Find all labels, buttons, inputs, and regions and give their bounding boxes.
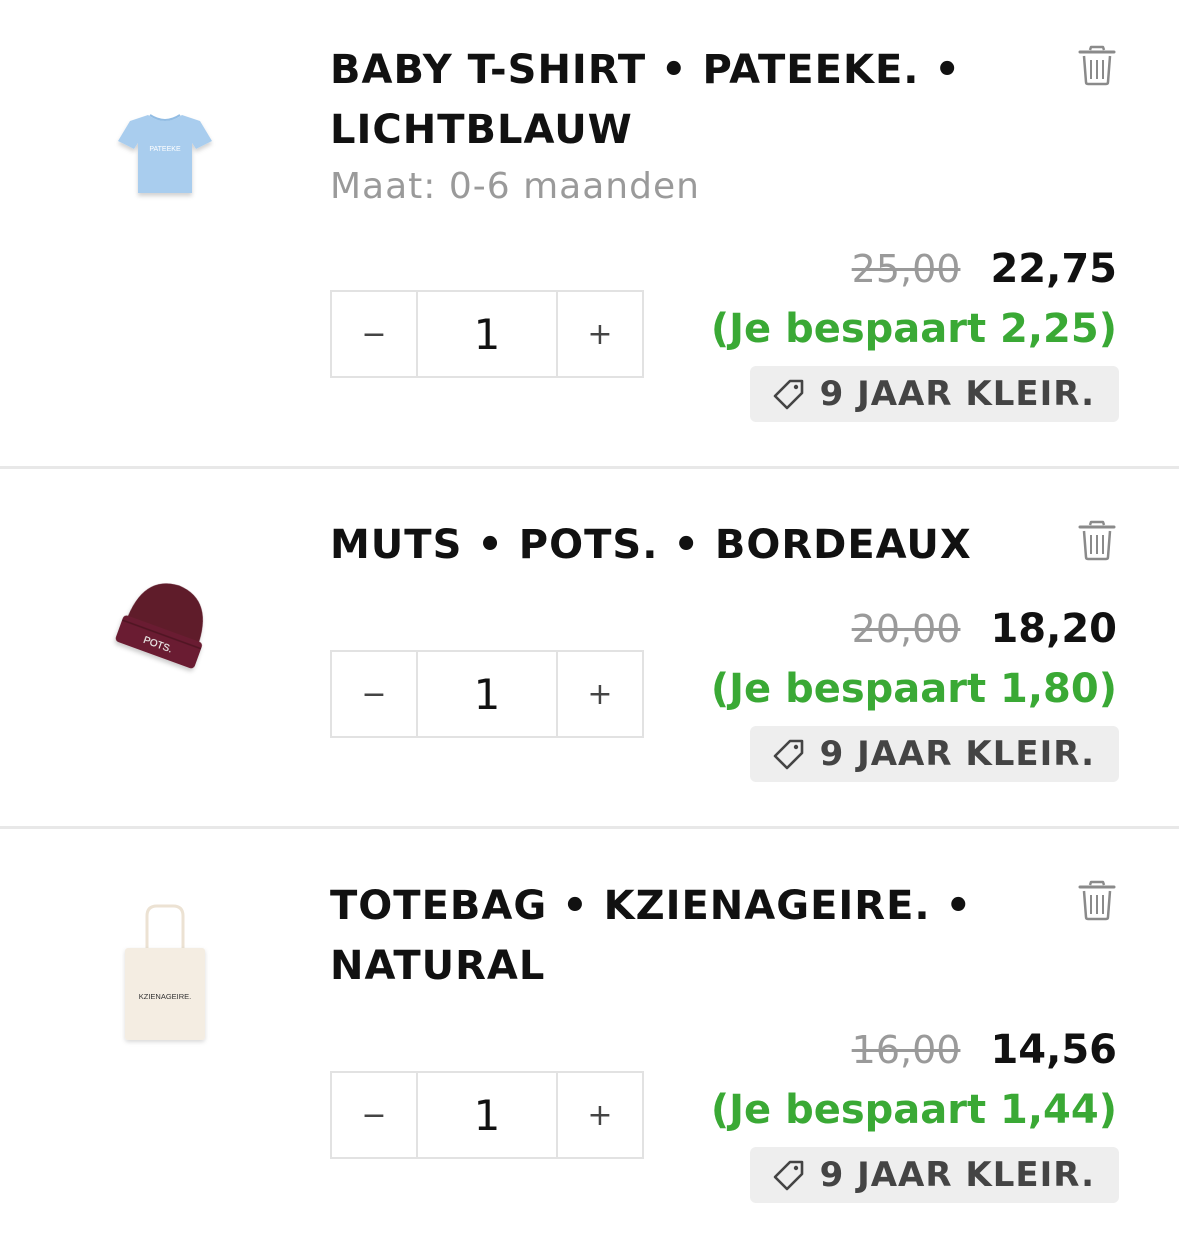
product-variant: Maat: 0-6 maanden [330, 166, 700, 207]
trash-icon [1078, 45, 1116, 86]
discount-label: 9 JAAR KLEIR. [819, 1155, 1095, 1195]
quantity-stepper: − + [330, 290, 644, 378]
remove-item-button[interactable] [1076, 519, 1118, 561]
increase-quantity-button[interactable]: + [556, 1073, 642, 1157]
discount-label: 9 JAAR KLEIR. [819, 734, 1095, 774]
increase-quantity-button[interactable]: + [556, 292, 642, 376]
original-price: 25,00 [851, 247, 961, 291]
original-price: 16,00 [851, 1028, 961, 1072]
quantity-stepper: − + [330, 1071, 644, 1159]
discounted-price: 22,75 [990, 246, 1117, 292]
discount-badge: 9 JAAR KLEIR. [749, 366, 1119, 422]
savings-text: (Je bespaart 1,80) [710, 666, 1117, 712]
savings-text: (Je bespaart 2,25) [710, 306, 1117, 352]
price-row: 20,00 18,20 [852, 606, 1117, 652]
cart-item: KZIENAGEIRE. TOTEBAG • KZIENAGEIRE. • NA… [0, 829, 1179, 1247]
original-price: 20,00 [851, 607, 961, 651]
beanie-image: POTS. [115, 583, 203, 669]
cart-item: PATEEKE BABY T-SHIRT • PATEEKE. • LICHTB… [0, 0, 1179, 466]
quantity-stepper: − + [330, 650, 644, 738]
increase-quantity-button[interactable]: + [556, 652, 642, 736]
product-title: TOTEBAG • KZIENAGEIRE. • NATURAL [330, 883, 973, 989]
quantity-input[interactable] [418, 292, 556, 376]
trash-icon [1078, 880, 1116, 921]
tag-icon [773, 739, 803, 770]
savings-text: (Je bespaart 1,44) [710, 1087, 1117, 1133]
product-image[interactable]: KZIENAGEIRE. [95, 903, 235, 1043]
tag-icon [773, 1160, 803, 1191]
product-title: MUTS • POTS. • BORDEAUX [330, 522, 972, 568]
discount-label: 9 JAAR KLEIR. [819, 374, 1095, 414]
cart-item: POTS. MUTS • POTS. • BORDEAUX − + 20,00 … [0, 469, 1179, 826]
quantity-input[interactable] [418, 1073, 556, 1157]
price-row: 16,00 14,56 [852, 1027, 1117, 1073]
product-image[interactable]: POTS. [95, 555, 235, 695]
remove-item-button[interactable] [1076, 879, 1118, 921]
totebag-image: KZIENAGEIRE. [125, 904, 205, 1040]
cart-list: PATEEKE BABY T-SHIRT • PATEEKE. • LICHTB… [0, 0, 1179, 1247]
trash-icon [1078, 520, 1116, 561]
decrease-quantity-button[interactable]: − [332, 292, 418, 376]
tshirt-image: PATEEKE [118, 114, 212, 193]
decrease-quantity-button[interactable]: − [332, 1073, 418, 1157]
product-title: BABY T-SHIRT • PATEEKE. • LICHTBLAUW [330, 47, 961, 153]
discount-badge: 9 JAAR KLEIR. [749, 726, 1119, 782]
decrease-quantity-button[interactable]: − [332, 652, 418, 736]
tshirt-print-text: PATEEKE [149, 146, 181, 153]
discount-badge: 9 JAAR KLEIR. [749, 1147, 1119, 1203]
price-row: 25,00 22,75 [852, 246, 1117, 292]
discounted-price: 14,56 [990, 1027, 1117, 1073]
tag-icon [773, 379, 803, 410]
quantity-input[interactable] [418, 652, 556, 736]
discounted-price: 18,20 [990, 606, 1117, 652]
product-image[interactable]: PATEEKE [95, 82, 235, 222]
remove-item-button[interactable] [1076, 44, 1118, 86]
totebag-print-text: KZIENAGEIRE. [139, 992, 192, 1001]
